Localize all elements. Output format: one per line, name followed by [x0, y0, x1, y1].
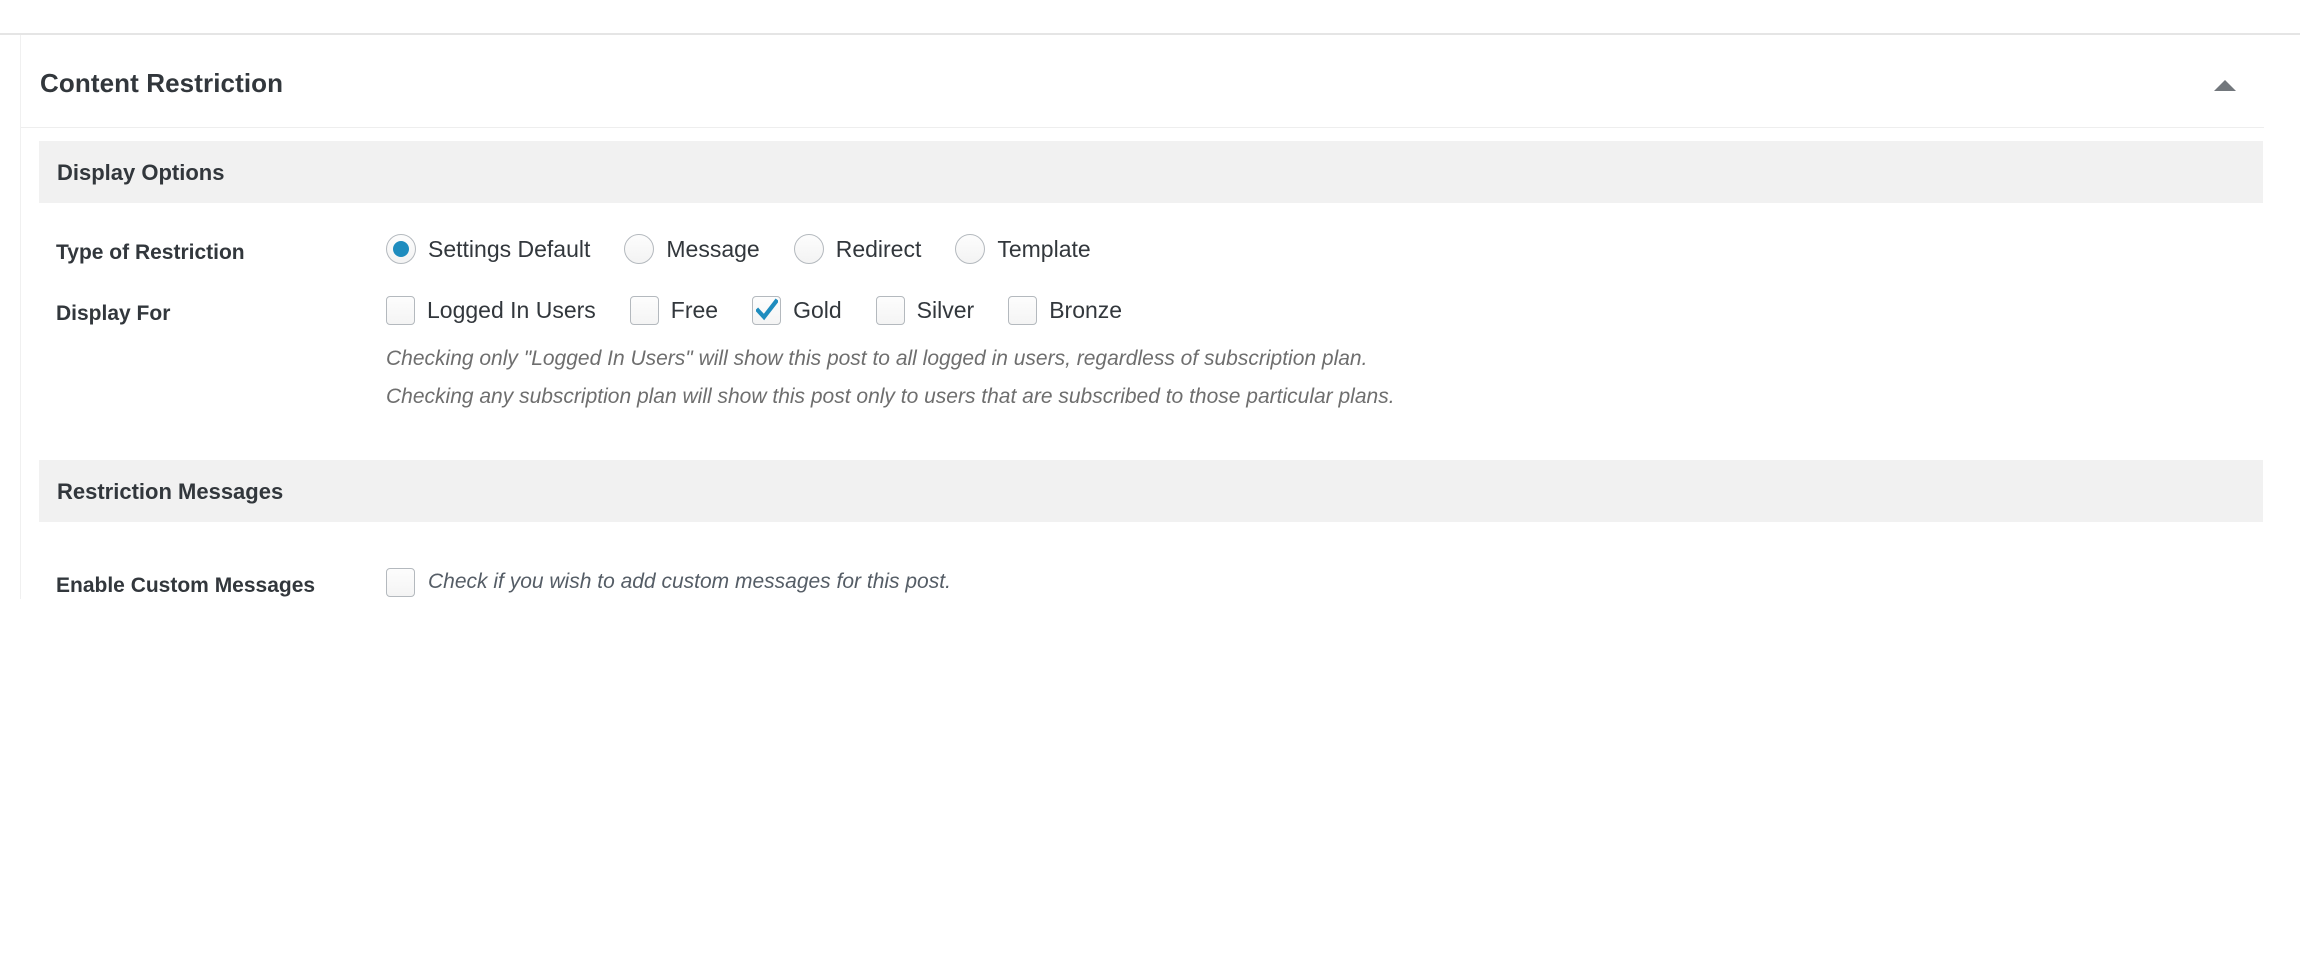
checkbox-free[interactable]	[629, 295, 659, 325]
checkbox-label-logged-in-users: Logged In Users	[427, 297, 596, 323]
section-title-display-options: Display Options	[57, 160, 225, 185]
radio-template[interactable]	[955, 234, 986, 264]
metabox-header[interactable]: Content Restriction	[21, 35, 2264, 128]
field-row-enable-custom-messages: Enable Custom Messages Check if you wish…	[21, 522, 2264, 599]
checkbox-group-display-for: Logged In Users Free Gold Silver Bronze	[386, 295, 2264, 325]
section-header-restriction-messages: Restriction Messages	[39, 460, 2263, 522]
radio-option-template[interactable]: Template	[955, 234, 1091, 264]
radio-message[interactable]	[624, 234, 655, 264]
field-row-display-for: Display For Logged In Users Free Gold Si…	[21, 266, 2264, 416]
field-control-display-for: Logged In Users Free Gold Silver Bronze …	[386, 295, 2264, 416]
field-label-enable-custom-messages: Enable Custom Messages	[56, 574, 316, 597]
radio-label-template: Template	[997, 236, 1091, 262]
metabox-body: Display Options Type of Restriction Sett…	[21, 141, 2264, 599]
field-label-type-of-restriction: Type of Restriction	[56, 241, 245, 264]
checkbox-logged-in-users[interactable]	[386, 295, 415, 325]
checkbox-option-gold[interactable]: Gold	[752, 295, 842, 325]
radio-option-message[interactable]: Message	[624, 234, 760, 264]
section-header-display-options: Display Options	[39, 141, 2263, 203]
field-label-display-for: Display For	[56, 302, 171, 325]
checkbox-label-silver: Silver	[916, 297, 975, 323]
display-for-help-line-2: Checking any subscription plan will show…	[386, 385, 1395, 408]
checkbox-option-free[interactable]: Free	[629, 295, 719, 325]
field-control-enable-custom-messages: Check if you wish to add custom messages…	[386, 567, 2264, 597]
checkbox-label-free: Free	[670, 297, 719, 323]
checkbox-label-gold: Gold	[793, 297, 842, 323]
content-restriction-screen: Content Restriction Display Options Type…	[0, 0, 2300, 956]
section-title-restriction-messages: Restriction Messages	[57, 479, 284, 504]
display-for-help-line-1: Checking only "Logged In Users" will sho…	[386, 347, 1368, 370]
checkbox-option-logged-in-users[interactable]: Logged In Users	[386, 295, 596, 325]
checkbox-label-enable-custom-messages: Check if you wish to add custom messages…	[428, 570, 951, 593]
content-restriction-metabox: Content Restriction Display Options Type…	[20, 35, 2264, 599]
radio-group-type-of-restriction: Settings Default Message Redirect Templa…	[386, 234, 2264, 264]
checkbox-gold[interactable]	[752, 295, 782, 325]
radio-option-redirect[interactable]: Redirect	[793, 234, 922, 264]
radio-label-settings-default: Settings Default	[428, 236, 591, 262]
radio-label-redirect: Redirect	[835, 236, 922, 262]
field-row-type-of-restriction: Type of Restriction Settings Default Mes…	[21, 203, 2264, 266]
checkbox-option-bronze[interactable]: Bronze	[1008, 295, 1122, 325]
page-title: Content Restriction	[40, 68, 284, 98]
collapse-panel-toggle[interactable]	[2206, 71, 2242, 97]
checkbox-label-bronze: Bronze	[1049, 297, 1123, 323]
radio-label-message: Message	[666, 236, 760, 262]
checkbox-enable-custom-messages[interactable]	[386, 567, 415, 597]
checkbox-bronze[interactable]	[1008, 295, 1038, 325]
checkbox-option-silver[interactable]: Silver	[875, 295, 975, 325]
radio-option-settings-default[interactable]: Settings Default	[386, 234, 590, 264]
field-control-type-of-restriction: Settings Default Message Redirect Templa…	[386, 234, 2264, 264]
checkbox-option-enable-custom-messages[interactable]: Check if you wish to add custom messages…	[386, 567, 2264, 597]
radio-settings-default[interactable]	[386, 234, 416, 264]
display-for-help: Checking only "Logged In Users" will sho…	[386, 340, 2264, 416]
checkmark-icon	[756, 298, 779, 320]
checkbox-silver[interactable]	[875, 295, 905, 325]
radio-redirect[interactable]	[793, 234, 824, 264]
caret-up-icon	[2214, 80, 2236, 91]
